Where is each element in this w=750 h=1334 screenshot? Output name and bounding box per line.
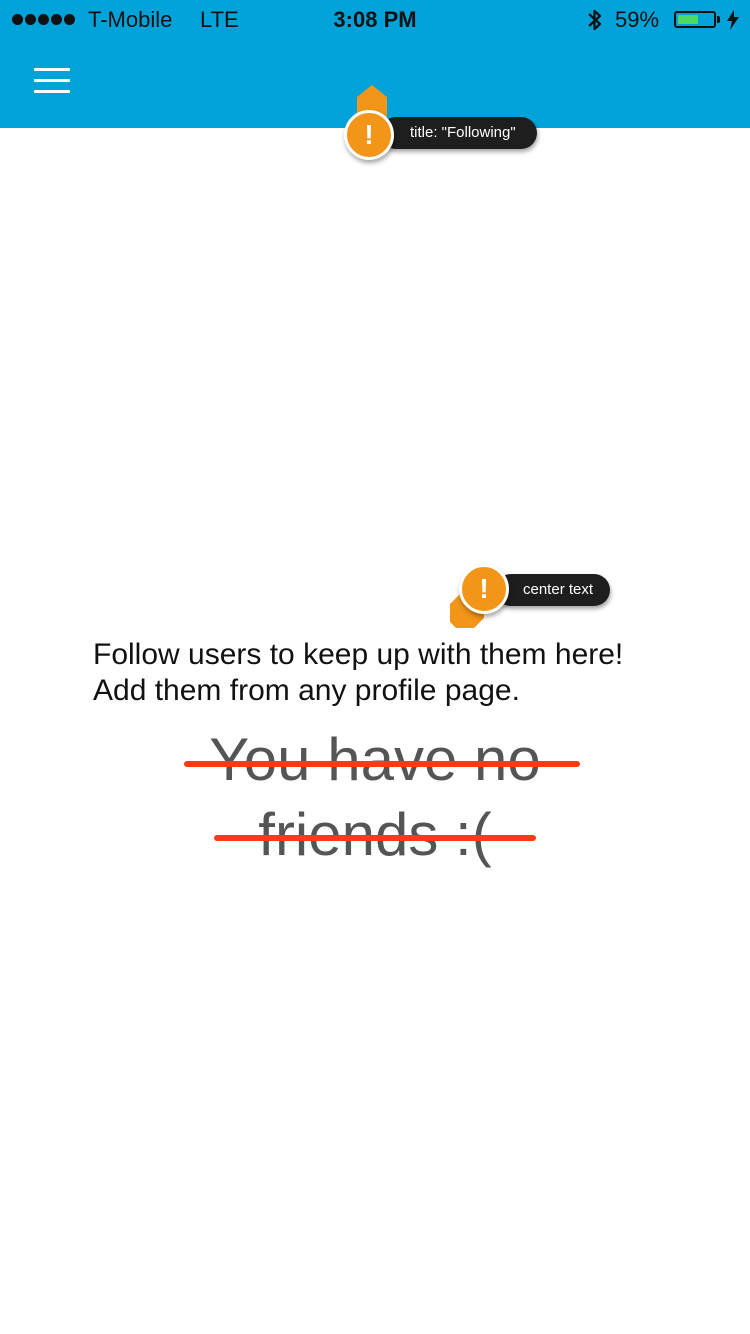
warning-mark: ! [364,119,374,150]
battery-percent: 59% [615,7,660,32]
battery-level-fill [678,15,699,24]
center-text-annotation: center text ! [445,562,615,632]
center-annotation-label: center text [495,574,610,606]
strikethrough-line-2 [214,835,536,841]
battery-icon [674,11,716,28]
empty-state-message: Follow users to keep up with them here! … [93,637,713,709]
struck-line-1: You have no [209,726,541,793]
status-bar: T-Mobile LTE 3:08 PM 59% [0,0,750,40]
warning-icon: ! [344,110,394,160]
empty-state-line-2: Add them from any profile page. [93,674,520,707]
battery-cap [717,16,720,23]
hamburger-menu-icon[interactable] [28,62,76,100]
empty-state-line-1: Follow users to keep up with them here! [93,638,624,671]
charging-bolt-icon [727,10,739,30]
title-annotation-label: title: "Following" [380,117,537,149]
warning-icon: ! [459,564,509,614]
bluetooth-icon [588,9,602,31]
warning-mark: ! [479,573,489,604]
title-annotation: title: "Following" ! [340,84,540,164]
struck-out-text: You have no friends :( [150,722,600,872]
strikethrough-line-1 [184,761,580,767]
